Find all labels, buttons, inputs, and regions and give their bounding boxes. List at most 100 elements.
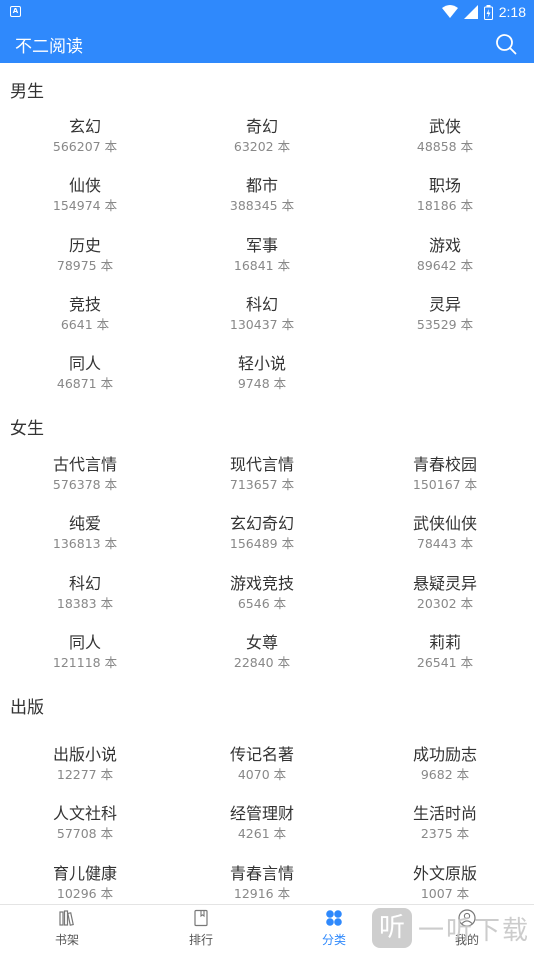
book-count: 121118 本 [52,654,118,670]
category-item[interactable]: 人文社科 57708 本 [0,804,174,843]
category-name: 传记名著 [229,745,294,764]
category-name: 莉莉 [428,632,461,652]
category-name: 育儿健康 [52,863,117,883]
section-title: 出版 [10,698,44,718]
category-item[interactable]: 仙侠 154974 本 [0,176,174,215]
category-item[interactable]: 同人 121118 本 [0,633,174,672]
category-item[interactable]: 轻小说 9748 本 [173,354,351,393]
book-count: 78443 本 [416,536,474,552]
category-item[interactable]: 青春校园 150167 本 [356,455,534,494]
category-name: 武侠 [428,117,461,136]
category-item[interactable]: 科幻 18383 本 [0,574,174,613]
category-item[interactable]: 悬疑灵异 20302 本 [356,574,534,613]
category-name: 人文社科 [52,804,117,824]
category-name: 职场 [428,176,461,196]
category-name: 游戏竞技 [229,573,294,593]
book-count: 57708 本 [56,826,114,842]
category-name: 生活时尚 [412,804,477,824]
category-name: 经管理财 [229,804,294,824]
book-count: 154974 本 [52,198,118,214]
category-item[interactable]: 现代言情 713657 本 [173,455,351,494]
section-title: 女生 [10,419,44,439]
category-item[interactable]: 历史 78975 本 [0,236,174,275]
category-name: 同人 [68,354,101,374]
category-name: 同人 [68,632,101,652]
book-count: 22840 本 [233,654,291,670]
book-count: 18383 本 [56,595,114,611]
category-item[interactable]: 青春言情 12916 本 [173,864,351,903]
book-count: 63202 本 [233,139,291,154]
category-item[interactable]: 奇幻 63202 本 [173,117,351,156]
category-item[interactable]: 玄幻 566207 本 [0,117,174,156]
category-name: 科幻 [245,294,278,314]
category-item[interactable]: 游戏竞技 6546 本 [173,574,351,613]
book-count: 4261 本 [237,826,287,842]
category-item[interactable]: 古代言情 576378 本 [0,455,174,494]
tab-bookshelf[interactable]: 书架 [0,905,134,953]
watermark: 听 一听下载 [371,905,530,951]
category-item[interactable]: 科幻 130437 本 [173,295,351,334]
category-item[interactable]: 经管理财 4261 本 [173,804,351,843]
category-item[interactable]: 纯爱 136813 本 [0,514,174,553]
category-item[interactable]: 育儿健康 10296 本 [0,864,174,903]
category-name: 成功励志 [412,745,477,764]
watermark-logo: 听 [371,908,412,948]
book-count: 16841 本 [233,257,291,273]
battery-icon [483,4,493,20]
book-count: 12916 本 [233,885,291,901]
status-icons: 2:18 [441,0,526,24]
notification-icon: A [10,6,21,17]
category-name: 纯爱 [68,514,101,534]
category-item[interactable]: 生活时尚 2375 本 [356,804,534,843]
book-count: 6546 本 [237,595,287,611]
app-toolbar: 不二阅读 [0,24,534,63]
category-name: 科幻 [68,573,101,593]
tab-label: 书架 [54,933,79,947]
category-name: 灵异 [428,294,461,314]
book-count: 46871 本 [56,376,114,392]
category-item[interactable]: 传记名著 4070 本 [173,745,351,784]
category-name: 外文原版 [412,863,477,883]
book-count: 156489 本 [229,536,295,552]
category-item[interactable]: 军事 16841 本 [173,236,351,275]
book-count: 576378 本 [52,477,118,492]
tab-ranking[interactable]: 排行 [134,905,268,953]
category-item[interactable]: 同人 46871 本 [0,354,174,393]
category-item[interactable]: 游戏 89642 本 [356,236,534,275]
book-count: 78975 本 [56,257,114,273]
category-name: 军事 [245,235,278,255]
category-icon [326,910,342,926]
category-name: 竞技 [68,294,101,314]
category-item[interactable]: 出版小说 12277 本 [0,745,174,784]
book-count: 2375 本 [420,826,470,842]
category-item[interactable]: 女尊 22840 本 [173,633,351,672]
book-count: 150167 本 [412,477,478,492]
category-item[interactable]: 外文原版 1007 本 [356,864,534,903]
category-name: 历史 [68,235,101,255]
category-item[interactable]: 成功励志 9682 本 [356,745,534,784]
category-item[interactable]: 职场 18186 本 [356,176,534,215]
app-title: 不二阅读 [15,37,83,57]
category-item[interactable]: 竞技 6641 本 [0,295,174,334]
category-item[interactable]: 都市 388345 本 [173,176,351,215]
category-item[interactable]: 玄幻奇幻 156489 本 [173,514,351,553]
category-item[interactable]: 灵异 53529 本 [356,295,534,334]
category-item[interactable]: 莉莉 26541 本 [356,633,534,672]
book-count: 388345 本 [229,198,295,214]
search-icon[interactable] [494,32,518,56]
bookshelf-icon [59,910,74,926]
book-count: 12277 本 [56,767,114,782]
category-item[interactable]: 武侠 48858 本 [356,117,534,156]
category-item[interactable]: 武侠仙侠 78443 本 [356,514,534,553]
book-count: 89642 本 [416,257,474,273]
book-count: 566207 本 [52,139,118,154]
book-count: 1007 本 [420,885,470,901]
book-count: 9748 本 [237,376,287,392]
book-count: 53529 本 [416,316,474,332]
status-bar: A 2:18 [0,0,534,24]
category-name: 玄幻奇幻 [229,514,294,534]
category-name: 武侠仙侠 [412,514,477,534]
category-name: 奇幻 [245,117,278,136]
ranking-icon [194,909,208,927]
status-time: 2:18 [498,4,526,20]
